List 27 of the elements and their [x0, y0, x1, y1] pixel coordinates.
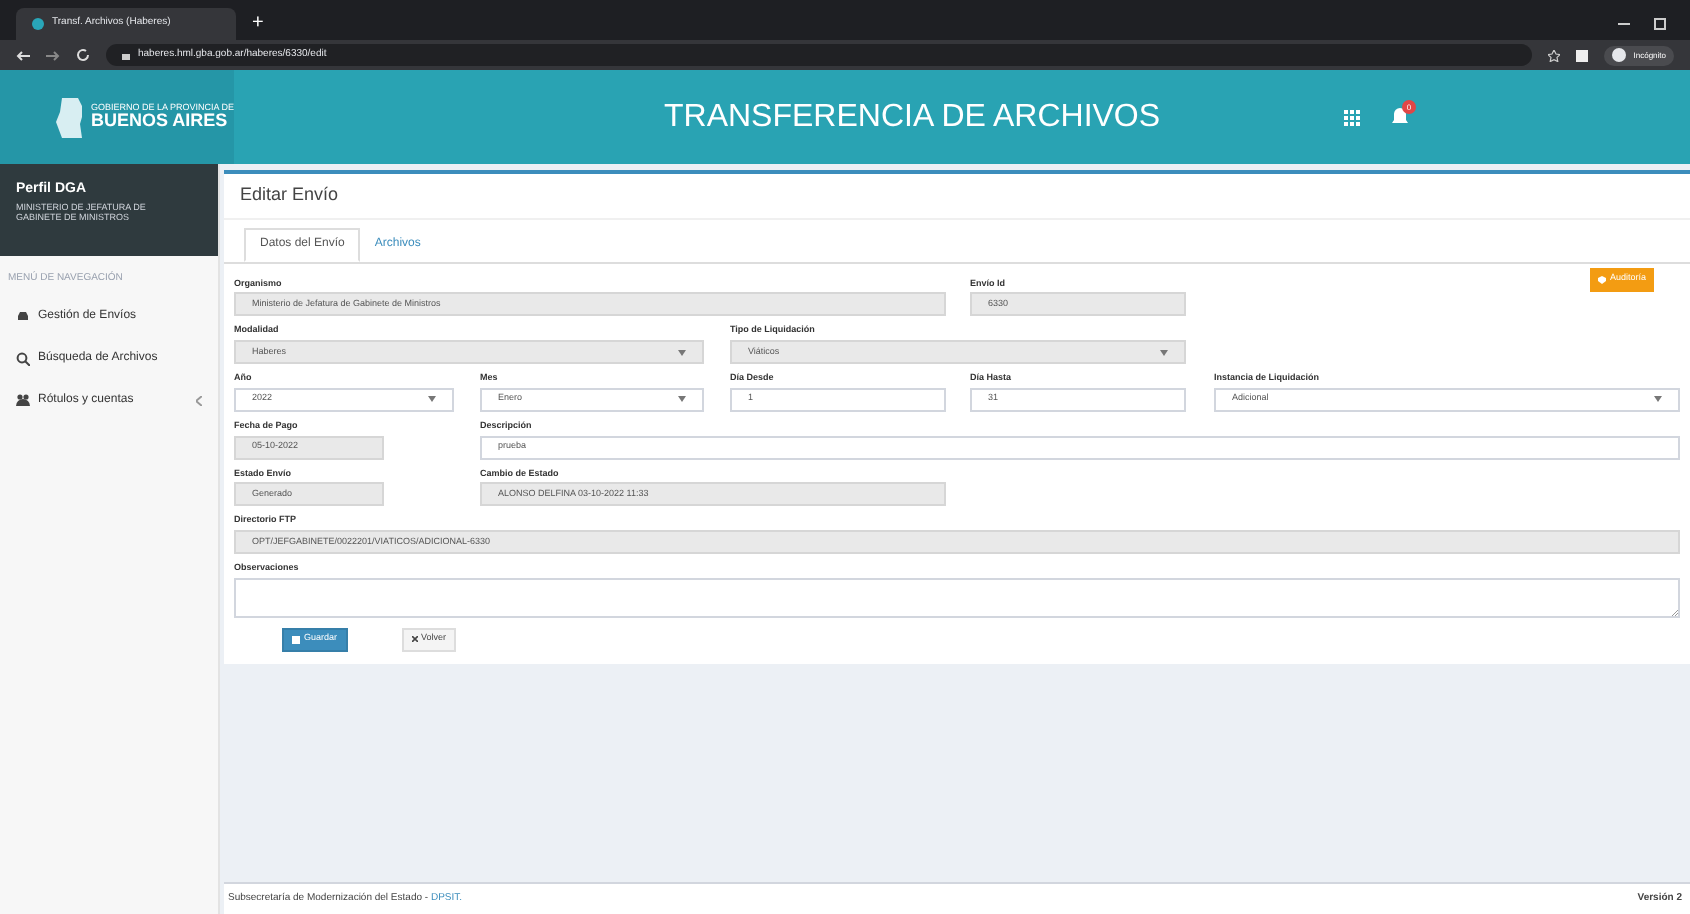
logo-title: BUENOS AIRES — [90, 112, 230, 131]
bell-icon[interactable] — [1392, 108, 1408, 126]
new-tab-button[interactable]: + — [252, 8, 264, 40]
restore-icon[interactable] — [1654, 18, 1666, 30]
sidepanel-icon[interactable] — [1575, 49, 1588, 61]
caret-icon — [1654, 396, 1662, 403]
caret-icon — [1160, 349, 1168, 355]
floppy-icon — [292, 635, 300, 644]
caret-icon — [678, 396, 686, 403]
forward-icon[interactable] — [46, 49, 60, 61]
users-icon — [16, 394, 30, 406]
app-title: TRANSFERENCIA DE ARCHIVOS — [664, 97, 1161, 137]
minimize-icon[interactable] — [1618, 18, 1630, 30]
search-icon — [16, 351, 30, 365]
incognito-icon — [1611, 48, 1626, 62]
caret-icon — [428, 396, 436, 403]
apps-grid-icon[interactable] — [1344, 109, 1360, 125]
chevron-icon — [196, 395, 202, 405]
lock-icon — [122, 50, 130, 60]
resize-handle-icon[interactable] — [1672, 609, 1678, 616]
shield-icon — [1597, 275, 1606, 283]
panel-title: Editar Envío — [224, 174, 1690, 219]
close-icon — [411, 636, 418, 643]
back-icon[interactable] — [16, 49, 30, 61]
reload-icon[interactable] — [76, 48, 90, 62]
star-icon[interactable] — [1547, 49, 1560, 61]
caret-icon — [678, 349, 686, 355]
